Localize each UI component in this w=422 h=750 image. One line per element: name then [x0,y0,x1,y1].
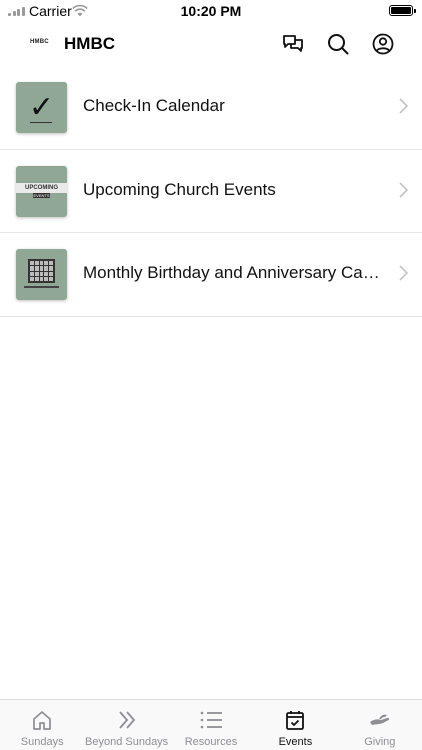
events-list: ✓ Check-In Calendar UPCOMING EVENTS Upco… [0,66,422,317]
tab-resources[interactable]: Resources [169,700,253,750]
tab-label: Resources [184,736,238,748]
clock: 10:20 PM [180,3,242,19]
app-title: HMBC [64,34,115,53]
profile-icon[interactable] [370,31,396,57]
tab-beyond-sundays[interactable]: Beyond Sundays [84,700,168,750]
tab-giving[interactable]: Giving [338,700,422,750]
upcoming-events-thumbnail: UPCOMING EVENTS [16,165,67,217]
tab-sundays[interactable]: Sundays [0,700,84,750]
tab-label: Sundays [20,736,64,748]
list-item[interactable]: ✓ Check-In Calendar [0,66,422,150]
calendar-grid-thumbnail [16,249,67,300]
hand-icon [368,708,392,732]
status-bar: Carrier 10:20 PM [0,0,422,22]
checkmark-thumbnail: ✓ [16,82,67,133]
thumb-banner-subtext: EVENTS [33,192,50,198]
list-item-label: Monthly Birthday and Anniversary Calenda… [83,263,383,282]
list-item-label: Check-In Calendar [83,96,225,115]
battery-icon [389,5,416,16]
thumb-banner-text: UPCOMING [16,182,67,193]
list-item[interactable]: Monthly Birthday and Anniversary Calenda… [0,233,422,317]
tab-label: Events [278,736,313,748]
tab-bar: Sundays Beyond Sundays Resources Events … [0,699,422,750]
list-item-label: Upcoming Church Events [83,179,276,199]
app-header: HMBC HMBC [0,22,422,66]
double-chevron-icon [116,708,138,732]
chevron-right-icon [399,98,409,119]
tab-events[interactable]: Events [253,700,337,750]
home-icon [31,708,53,732]
search-icon[interactable] [325,31,351,57]
calendar-check-icon [284,708,306,732]
church-logo: HMBC [30,39,49,45]
tab-label: Giving [364,736,396,748]
list-item[interactable]: UPCOMING EVENTS Upcoming Church Events [0,150,422,233]
chevron-right-icon [399,181,409,203]
chevron-right-icon [399,265,409,286]
list-icon [199,708,223,732]
tab-label: Beyond Sundays [85,736,169,748]
chat-icon[interactable] [280,31,306,57]
